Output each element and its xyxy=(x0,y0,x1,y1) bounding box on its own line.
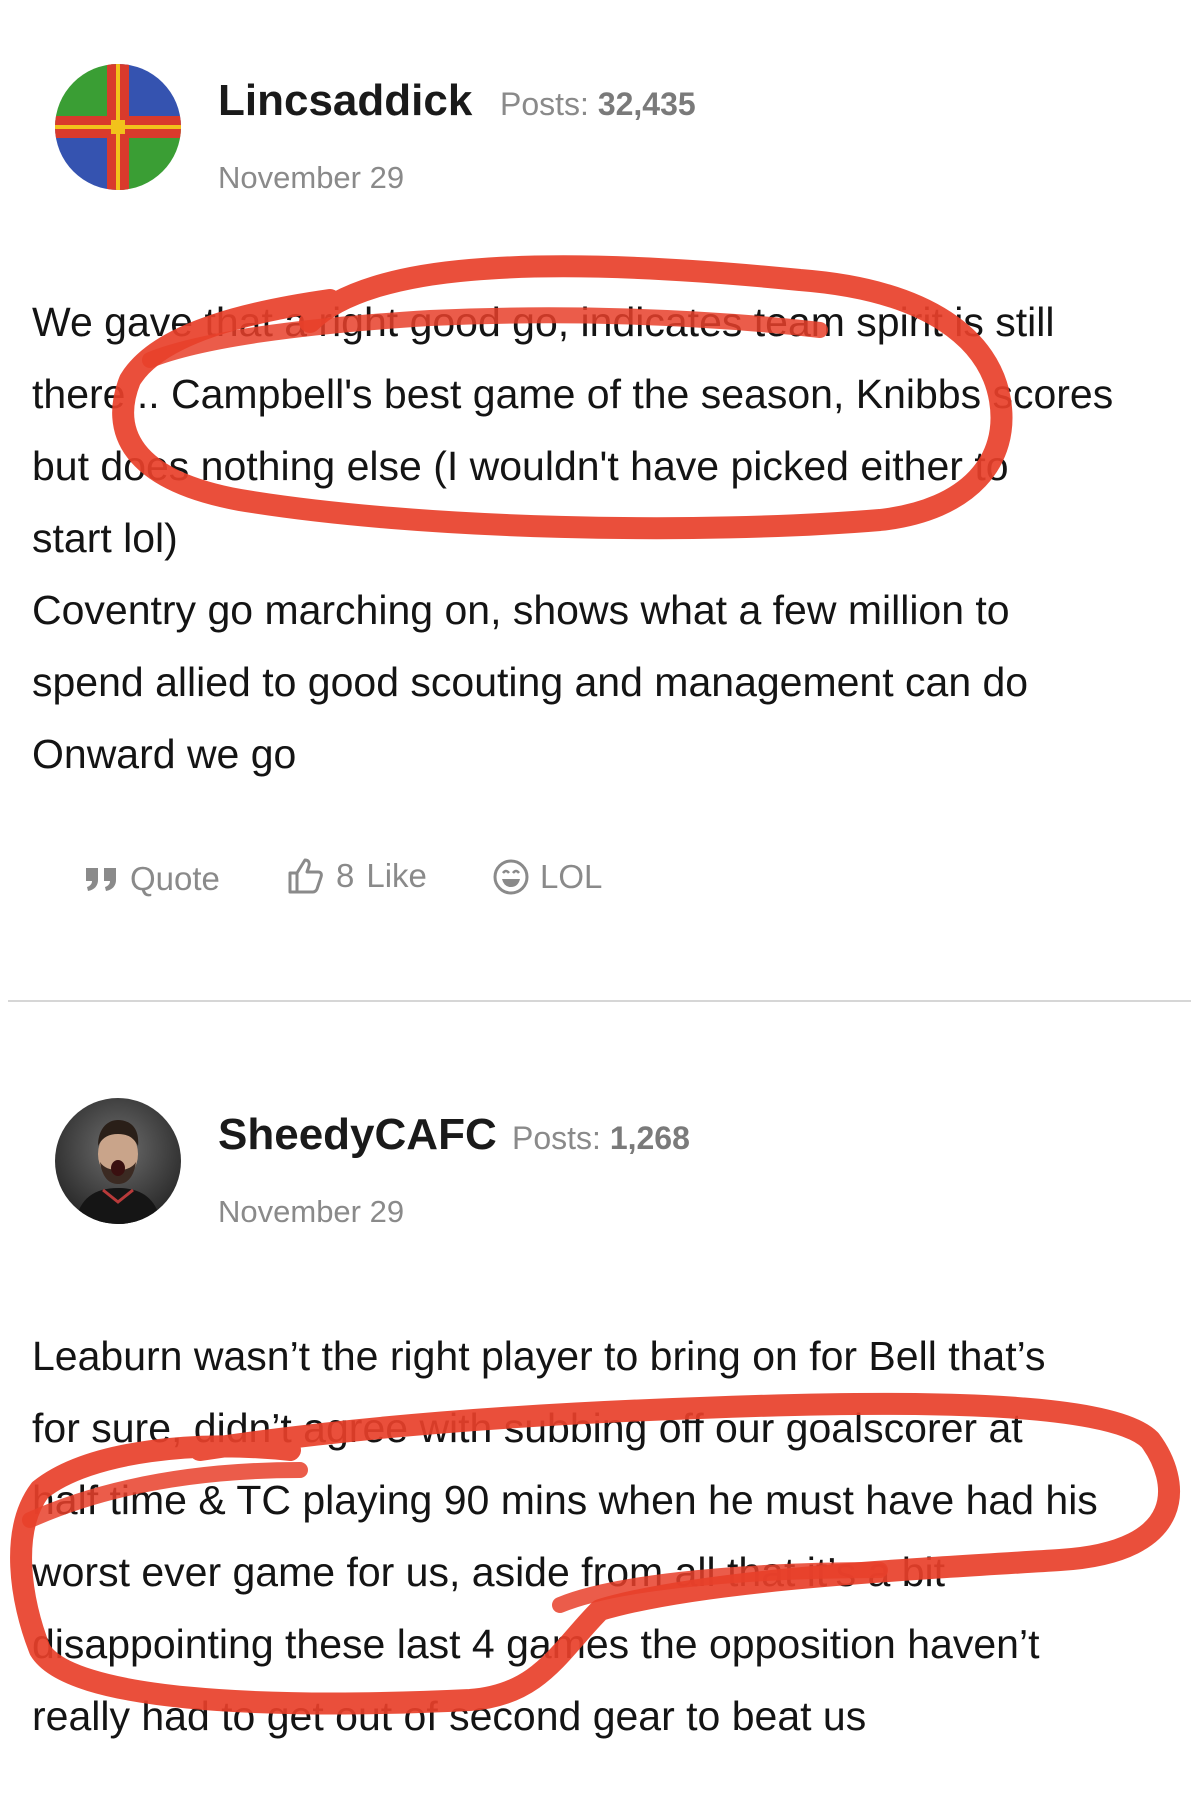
quote-label: Quote xyxy=(130,860,220,897)
quote-button[interactable]: Quote xyxy=(84,860,220,898)
lol-button[interactable]: LOL xyxy=(492,858,602,896)
body-line: worst ever game for us, aside from all t… xyxy=(32,1549,946,1595)
body-line: for sure, didn’t agree with subbing off … xyxy=(32,1405,1023,1451)
body-line: spend allied to good scouting and manage… xyxy=(32,659,1029,705)
like-count: 8 xyxy=(336,857,355,894)
body-line: Onward we go xyxy=(32,731,297,777)
post-actions: Quote 8 Like LOL xyxy=(0,857,1191,920)
laughing-face-icon xyxy=(493,859,529,895)
post-date[interactable]: November 29 xyxy=(218,1194,404,1230)
body-line: start lol) xyxy=(32,515,178,561)
post-lincsaddick: Lincsaddick Posts: 32,435 November 29 We… xyxy=(0,0,1191,1000)
body-line: there .. Campbell's best game of the sea… xyxy=(32,371,1114,417)
body-line: Leaburn wasn’t the right player to bring… xyxy=(32,1333,1046,1379)
post-divider xyxy=(8,1000,1191,1002)
posts-count-value: 32,435 xyxy=(597,86,696,122)
post-count: Posts: 32,435 xyxy=(500,86,696,123)
annotation-loop-2 xyxy=(10,1392,1180,1715)
like-label: Like xyxy=(366,857,427,894)
post-count: Posts: 1,268 xyxy=(512,1120,690,1157)
avatar[interactable] xyxy=(55,1098,181,1224)
post-body: We gave that a right good go, indicates … xyxy=(32,286,1191,790)
lincolnshire-flag-icon xyxy=(55,64,181,190)
post-body: Leaburn wasn’t the right player to bring… xyxy=(32,1320,1191,1752)
body-line: really had to get out of second gear to … xyxy=(32,1693,867,1739)
body-line: disappointing these last 4 games the opp… xyxy=(32,1621,1040,1667)
quote-icon xyxy=(86,868,116,891)
body-line: half time & TC playing 90 mins when he m… xyxy=(32,1477,1098,1523)
thumbs-up-icon xyxy=(288,858,323,894)
annotation-loop-2-trail xyxy=(22,1462,888,1613)
posts-count-value: 1,268 xyxy=(609,1120,690,1156)
like-button[interactable]: 8 Like xyxy=(286,856,427,896)
user-photo-avatar xyxy=(55,1098,181,1224)
body-line: but does nothing else (I wouldn't have p… xyxy=(32,443,1009,489)
username[interactable]: Lincsaddick xyxy=(218,76,472,126)
username[interactable]: SheedyCAFC xyxy=(218,1110,497,1160)
posts-label: Posts: xyxy=(512,1120,601,1156)
avatar[interactable] xyxy=(55,64,181,190)
post-date[interactable]: November 29 xyxy=(218,160,404,196)
posts-label: Posts: xyxy=(500,86,589,122)
body-line: Coventry go marching on, shows what a fe… xyxy=(32,587,1010,633)
lol-label: LOL xyxy=(540,858,603,895)
body-line: We gave that a right good go, indicates … xyxy=(32,299,1055,345)
